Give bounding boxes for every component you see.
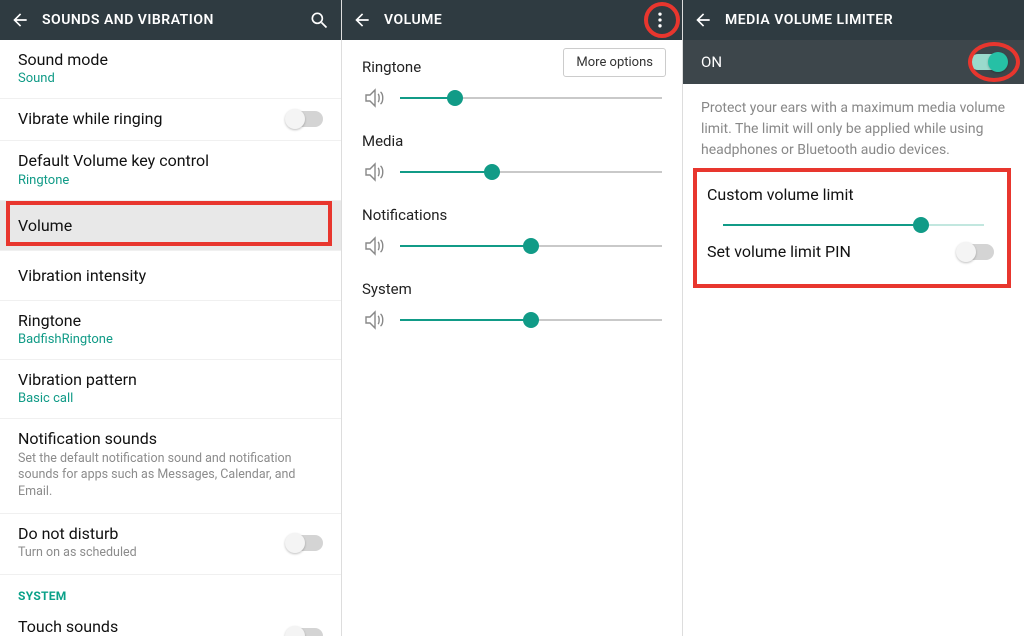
item-subtext: Sound — [18, 71, 323, 86]
system-slider[interactable] — [400, 319, 662, 321]
appbar-title: MEDIA VOLUME LIMITER — [725, 12, 1016, 28]
item-label: Notification sounds — [18, 429, 323, 448]
item-vibration-intensity[interactable]: Vibration intensity — [0, 251, 341, 301]
ringtone-slider[interactable] — [400, 97, 662, 99]
speaker-icon — [362, 234, 386, 258]
limiter-master-toggle[interactable] — [970, 54, 1006, 70]
item-label: Sound mode — [18, 50, 323, 69]
back-button[interactable] — [8, 8, 32, 32]
touch-sounds-toggle[interactable] — [287, 628, 323, 636]
media-volume-limiter-panel: MEDIA VOLUME LIMITER ON Protect your ear… — [682, 0, 1024, 636]
speaker-icon — [362, 308, 386, 332]
arrow-left-icon — [10, 10, 30, 30]
item-label: Do not disturb — [18, 524, 137, 543]
item-label: Default Volume key control — [18, 151, 323, 170]
item-label: Touch sounds — [18, 617, 269, 636]
back-button[interactable] — [691, 8, 715, 32]
item-label: Vibrate while ringing — [18, 109, 162, 128]
appbar: VOLUME — [342, 0, 682, 40]
custom-limit-section: Custom volume limit Set volume limit PIN — [693, 175, 1014, 277]
settings-list: Sound mode Sound Vibrate while ringing D… — [0, 40, 341, 636]
search-icon — [309, 10, 329, 30]
item-subtext: BadfishRingtone — [18, 332, 323, 347]
volume-label: Notifications — [362, 206, 662, 224]
appbar-title: VOLUME — [384, 12, 646, 28]
speaker-icon — [362, 160, 386, 184]
section-header-system: SYSTEM — [0, 575, 341, 607]
appbar-title: SOUNDS AND VIBRATION — [42, 12, 305, 28]
item-subtext: Basic call — [18, 391, 323, 406]
item-label: Vibration intensity — [18, 266, 323, 285]
arrow-left-icon — [693, 10, 713, 30]
pin-label: Set volume limit PIN — [707, 242, 851, 261]
appbar: MEDIA VOLUME LIMITER — [683, 0, 1024, 40]
item-touch-sounds[interactable]: Touch sounds Play sounds when you touch … — [0, 607, 341, 636]
item-set-pin[interactable]: Set volume limit PIN — [701, 226, 1006, 261]
item-do-not-disturb[interactable]: Do not disturb Turn on as scheduled — [0, 514, 341, 575]
volume-system: System — [342, 268, 682, 342]
media-slider[interactable] — [400, 171, 662, 173]
search-button[interactable] — [305, 6, 333, 34]
volume-panel: VOLUME More options Ringtone Media — [341, 0, 682, 636]
arrow-left-icon — [352, 10, 372, 30]
sounds-and-vibration-panel: SOUNDS AND VIBRATION Sound mode Sound Vi… — [0, 0, 341, 636]
more-vert-icon — [650, 10, 670, 30]
item-vibration-pattern[interactable]: Vibration pattern Basic call — [0, 360, 341, 419]
item-sound-mode[interactable]: Sound mode Sound — [0, 40, 341, 99]
limiter-on-bar: ON — [683, 40, 1024, 84]
item-description: Set the default notification sound and n… — [18, 451, 323, 502]
item-label: Vibration pattern — [18, 370, 323, 389]
item-default-volume-key[interactable]: Default Volume key control Ringtone — [0, 141, 341, 200]
item-ringtone[interactable]: Ringtone BadfishRingtone — [0, 301, 341, 360]
more-options-button[interactable]: More options — [563, 48, 666, 77]
vibrate-toggle[interactable] — [287, 111, 323, 127]
item-description: Turn on as scheduled — [18, 545, 137, 562]
limiter-description: Protect your ears with a maximum media v… — [683, 84, 1024, 175]
item-volume[interactable]: Volume — [0, 201, 341, 251]
item-notification-sounds[interactable]: Notification sounds Set the default noti… — [0, 419, 341, 514]
volume-media: Media — [342, 120, 682, 194]
back-button[interactable] — [350, 8, 374, 32]
volume-label: System — [362, 280, 662, 298]
volume-label: Media — [362, 132, 662, 150]
custom-limit-slider[interactable] — [723, 224, 984, 226]
pin-toggle[interactable] — [958, 244, 994, 260]
item-label: Volume — [18, 216, 323, 235]
on-label: ON — [701, 53, 722, 71]
notifications-slider[interactable] — [400, 245, 662, 247]
dnd-toggle[interactable] — [287, 535, 323, 551]
custom-limit-label: Custom volume limit — [701, 185, 1006, 204]
item-vibrate-while-ringing[interactable]: Vibrate while ringing — [0, 99, 341, 141]
speaker-icon — [362, 86, 386, 110]
item-label: Ringtone — [18, 311, 323, 330]
appbar: SOUNDS AND VIBRATION — [0, 0, 341, 40]
volume-notifications: Notifications — [342, 194, 682, 268]
item-subtext: Ringtone — [18, 173, 323, 188]
overflow-menu-button[interactable] — [646, 6, 674, 34]
